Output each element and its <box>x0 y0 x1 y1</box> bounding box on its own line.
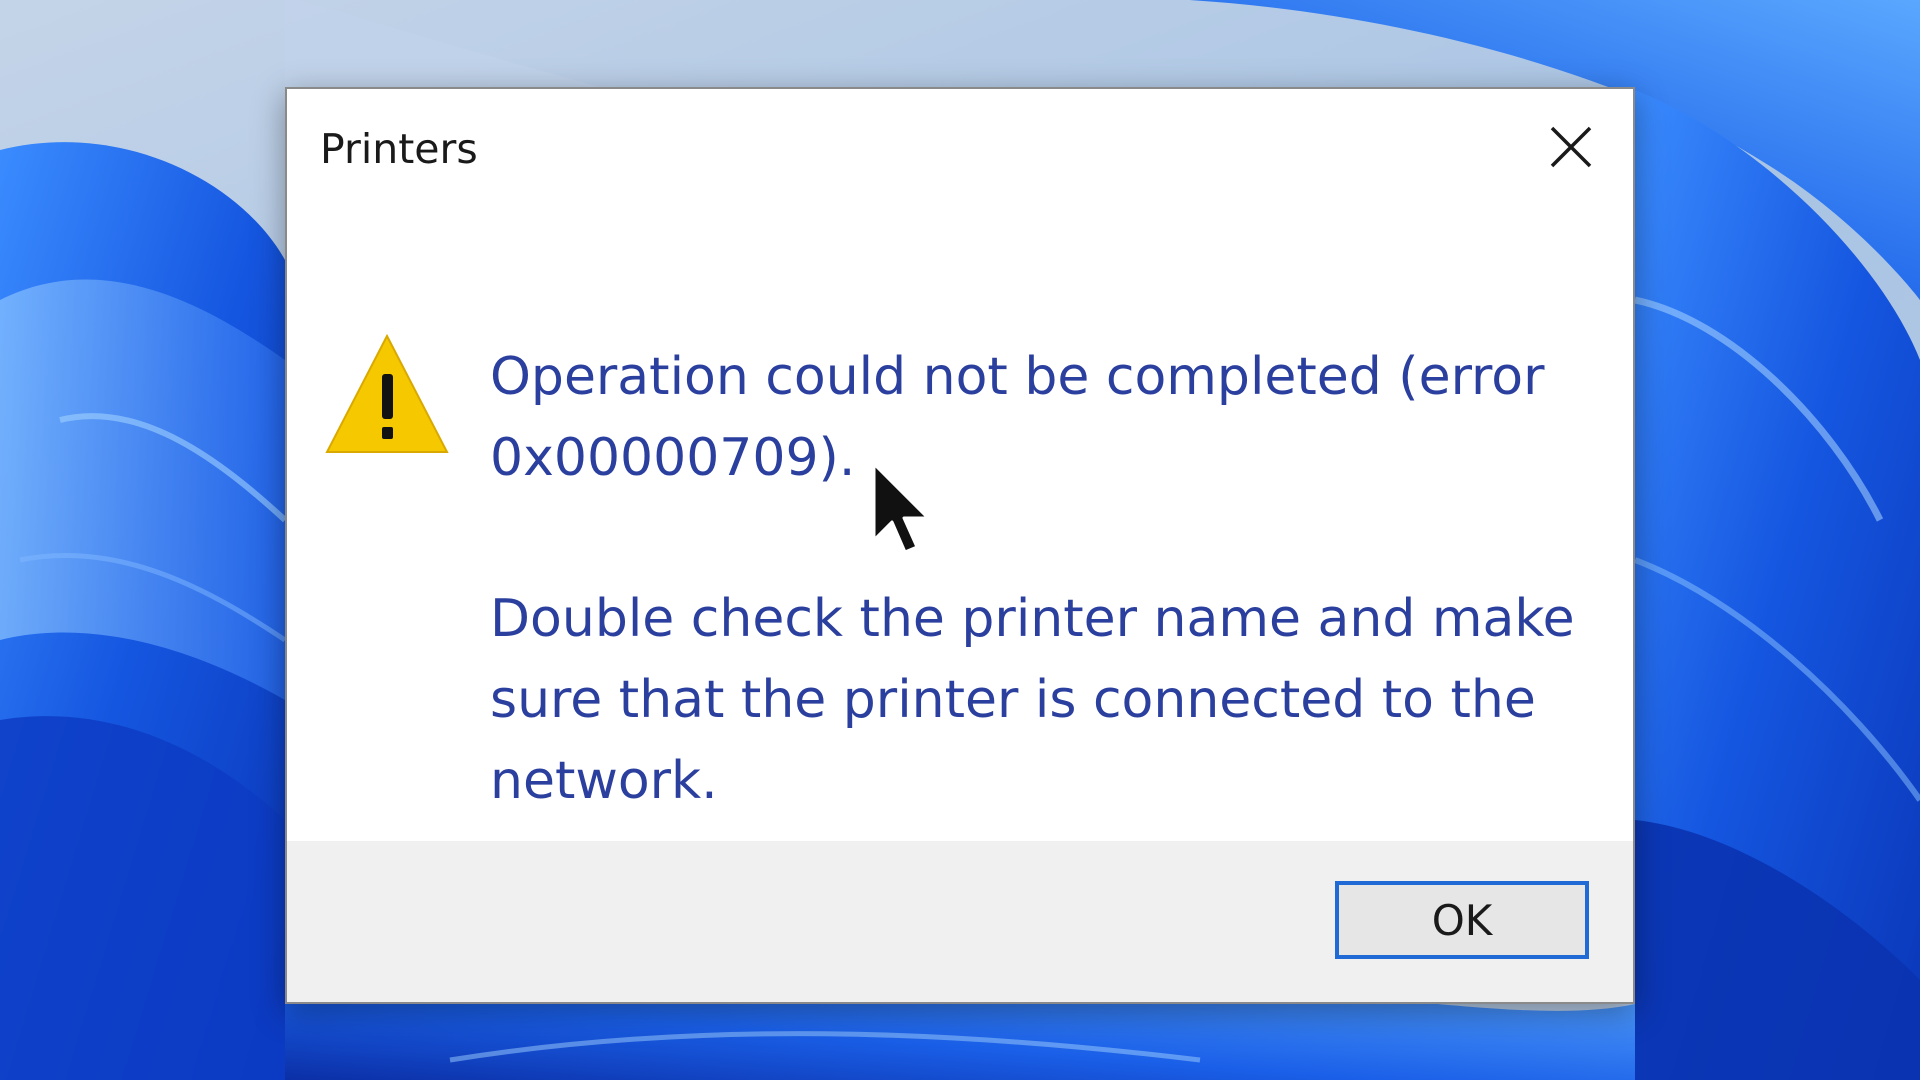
close-button[interactable] <box>1527 109 1615 185</box>
dialog-title-bar: Printers <box>287 89 1633 209</box>
dialog-footer: OK <box>287 841 1633 1002</box>
dialog-title: Printers <box>320 125 478 173</box>
close-icon <box>1550 126 1592 168</box>
ok-button[interactable]: OK <box>1335 881 1589 959</box>
error-detail-message: Double check the printer name and make s… <box>490 589 1575 811</box>
dialog-content: Operation could not be completed (error … <box>287 209 1633 929</box>
desktop: Printers Operation could not be complete… <box>0 0 1920 1080</box>
warning-triangle-icon <box>325 334 449 453</box>
error-dialog: Printers Operation could not be complete… <box>285 87 1635 1004</box>
error-message: Operation could not be completed (error … <box>490 347 1545 488</box>
mouse-pointer-icon <box>872 462 930 554</box>
